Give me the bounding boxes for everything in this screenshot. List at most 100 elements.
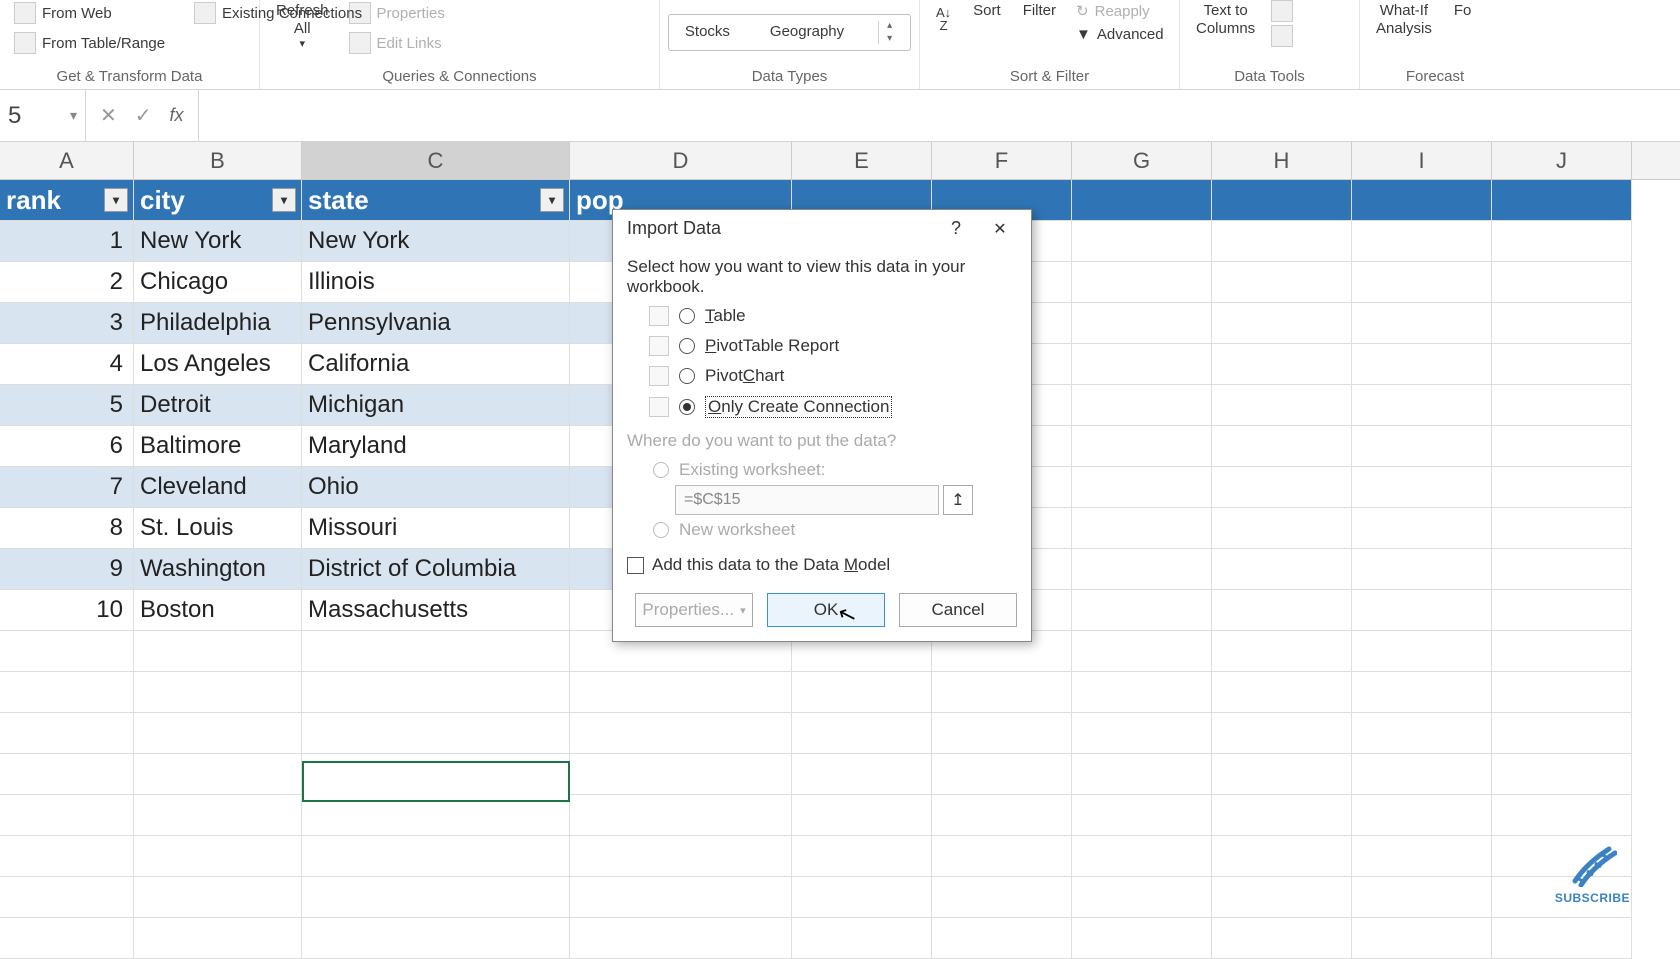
cell[interactable]	[1352, 631, 1492, 672]
cell-state[interactable]: Missouri	[302, 508, 570, 549]
cell[interactable]	[1352, 549, 1492, 590]
stocks-button[interactable]: Stocks	[679, 21, 736, 43]
header-rank[interactable]: rank▾	[0, 180, 134, 221]
cell[interactable]	[1212, 385, 1352, 426]
cell[interactable]	[0, 672, 134, 713]
checkbox-icon[interactable]	[627, 557, 644, 574]
option-table[interactable]: Table	[627, 301, 1017, 331]
cell[interactable]	[570, 877, 792, 918]
cell-rank[interactable]: 9	[0, 549, 134, 590]
cell[interactable]	[792, 877, 932, 918]
cell[interactable]	[1212, 713, 1352, 754]
cell[interactable]	[1492, 631, 1632, 672]
filter-dropdown-icon[interactable]: ▾	[272, 188, 296, 212]
cell[interactable]	[1212, 303, 1352, 344]
option-pivottable[interactable]: PivotTable Report	[627, 331, 1017, 361]
cell[interactable]	[932, 754, 1072, 795]
cell[interactable]	[1352, 385, 1492, 426]
cell[interactable]	[932, 836, 1072, 877]
cell[interactable]	[134, 713, 302, 754]
cell[interactable]	[302, 836, 570, 877]
cell[interactable]	[1072, 672, 1212, 713]
cell-rank[interactable]: 6	[0, 426, 134, 467]
cancel-formula-icon[interactable]: ✕	[100, 103, 117, 128]
dialog-titlebar[interactable]: Import Data ? ✕	[613, 210, 1031, 247]
cell-rank[interactable]: 7	[0, 467, 134, 508]
cell[interactable]	[1072, 508, 1212, 549]
cell[interactable]	[932, 672, 1072, 713]
cell-state[interactable]: Maryland	[302, 426, 570, 467]
cell[interactable]	[134, 877, 302, 918]
cell[interactable]	[1072, 344, 1212, 385]
cell[interactable]	[1212, 918, 1352, 959]
cell[interactable]	[1352, 795, 1492, 836]
cell[interactable]	[1072, 795, 1212, 836]
cancel-button[interactable]: Cancel	[899, 593, 1017, 627]
sort-button[interactable]: Sort	[967, 0, 1007, 22]
cell-city[interactable]: Washington	[134, 549, 302, 590]
text-to-columns-button[interactable]: Text to Columns	[1190, 0, 1261, 40]
cell[interactable]	[1492, 713, 1632, 754]
cell[interactable]	[932, 795, 1072, 836]
name-box[interactable]: 5▾	[0, 90, 86, 142]
help-icon[interactable]: ?	[951, 218, 961, 239]
filter-dropdown-icon[interactable]: ▾	[104, 188, 128, 212]
from-table-range-button[interactable]: From Table/Range	[10, 30, 169, 56]
cell[interactable]	[1492, 467, 1632, 508]
cell[interactable]	[570, 713, 792, 754]
col-header-F[interactable]: F	[932, 142, 1072, 179]
cell[interactable]	[302, 713, 570, 754]
cell[interactable]	[0, 836, 134, 877]
cell[interactable]	[1492, 918, 1632, 959]
cell[interactable]	[1492, 221, 1632, 262]
cell-city[interactable]: Detroit	[134, 385, 302, 426]
cell[interactable]	[1352, 713, 1492, 754]
chevron-down-icon[interactable]: ▾	[70, 107, 77, 124]
cell[interactable]	[1212, 795, 1352, 836]
cell-rank[interactable]: 10	[0, 590, 134, 631]
fx-icon[interactable]: fx	[170, 105, 184, 126]
cell[interactable]	[1492, 754, 1632, 795]
radio-icon[interactable]	[679, 308, 695, 324]
cell[interactable]	[1352, 754, 1492, 795]
cell[interactable]	[1072, 467, 1212, 508]
option-connection-only[interactable]: Only Create Connection	[627, 391, 1017, 423]
cell[interactable]	[1072, 918, 1212, 959]
cell[interactable]	[1072, 631, 1212, 672]
cell-city[interactable]: Chicago	[134, 262, 302, 303]
cell[interactable]	[1212, 549, 1352, 590]
cell[interactable]	[134, 631, 302, 672]
cell[interactable]	[1212, 754, 1352, 795]
cell[interactable]	[792, 836, 932, 877]
col-header-J[interactable]: J	[1492, 142, 1632, 179]
enter-formula-icon[interactable]: ✓	[135, 103, 152, 128]
cell[interactable]	[0, 918, 134, 959]
cell-rank[interactable]: 4	[0, 344, 134, 385]
cell[interactable]	[570, 795, 792, 836]
col-header-D[interactable]: D	[570, 142, 792, 179]
forecast-sheet-button[interactable]: Fo	[1448, 0, 1478, 22]
data-model-checkbox-row[interactable]: Add this data to the Data Model	[627, 545, 1017, 589]
cell[interactable]	[1212, 221, 1352, 262]
cell[interactable]	[1352, 426, 1492, 467]
cell[interactable]	[570, 836, 792, 877]
cell-rank[interactable]: 2	[0, 262, 134, 303]
cell[interactable]	[1352, 262, 1492, 303]
col-header-E[interactable]: E	[792, 142, 932, 179]
cell-state[interactable]: Pennsylvania	[302, 303, 570, 344]
advanced-button[interactable]: ▼Advanced	[1072, 24, 1168, 45]
cell-city[interactable]: Baltimore	[134, 426, 302, 467]
cell[interactable]	[0, 877, 134, 918]
cell[interactable]	[1072, 836, 1212, 877]
cell[interactable]	[1212, 344, 1352, 385]
cell-city[interactable]: Cleveland	[134, 467, 302, 508]
cell[interactable]	[134, 754, 302, 795]
cell[interactable]	[1072, 754, 1212, 795]
sort-az-button[interactable]: A↓Z	[930, 0, 957, 34]
cell[interactable]	[792, 754, 932, 795]
cell-state[interactable]: Michigan	[302, 385, 570, 426]
cell-city[interactable]: New York	[134, 221, 302, 262]
cell[interactable]	[134, 672, 302, 713]
cell[interactable]	[1072, 877, 1212, 918]
cell[interactable]	[792, 713, 932, 754]
